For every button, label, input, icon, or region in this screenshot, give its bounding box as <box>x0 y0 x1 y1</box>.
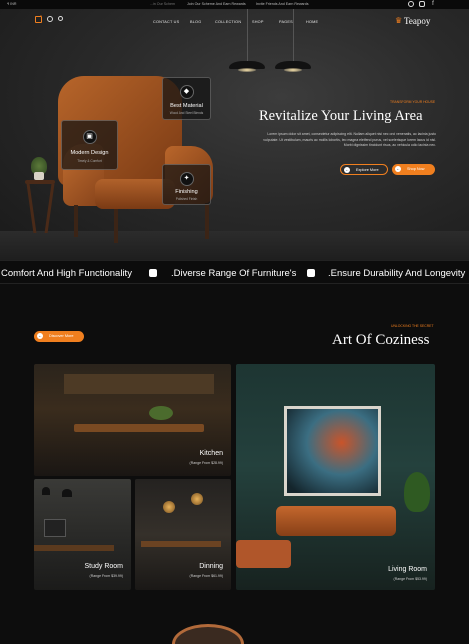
explore-more-button[interactable]: ← Explore More <box>340 164 388 175</box>
dining-table <box>141 541 221 547</box>
marquee-strip: Comfort And High Functionality .Diverse … <box>0 260 469 284</box>
shop-now-button[interactable]: ← Shop Now <box>392 164 435 175</box>
monitor <box>44 519 66 537</box>
desk <box>34 545 114 551</box>
discover-more-label: Discover More <box>49 334 74 338</box>
discover-more-button[interactable]: ← Discover More <box>34 331 84 342</box>
sofa <box>276 506 396 536</box>
kitchen-cabinets <box>64 374 214 394</box>
feature-card-finishing[interactable]: ✦ Finishing Polished Finish <box>162 164 211 205</box>
hero-title: Revitalize Your Living Area <box>259 108 423 124</box>
chair-leg <box>114 209 118 243</box>
promo-text-1: Join Our Scheme And Earn Rewards <box>187 2 246 6</box>
diamond-icon <box>149 269 157 277</box>
room-name: Kitchen <box>199 450 223 457</box>
nav-item-collection[interactable]: COLLECTION <box>215 20 241 24</box>
plant-pot <box>34 172 44 180</box>
room-range: (Range From $53.99) <box>393 577 427 581</box>
room-range: (Range From $39.99) <box>89 574 123 578</box>
material-icon: ◆ <box>179 85 194 99</box>
hero-banner: ◆ Best Material Wood And Steel Blends ▣ … <box>0 9 469 260</box>
lamp-glow <box>238 68 256 72</box>
feature-subtitle: Polished Finish <box>175 197 198 201</box>
feature-title: Modern Design <box>70 150 109 156</box>
shop-now-label: Shop Now <box>407 167 425 171</box>
nav-item-blog[interactable]: BLOG <box>190 20 201 24</box>
search-icon[interactable] <box>58 16 63 21</box>
side-table-leg <box>26 184 37 233</box>
feature-subtitle: Timely & Comfort <box>77 159 102 163</box>
decor-bowl <box>172 624 244 644</box>
side-table-leg <box>44 184 55 233</box>
chair-icon: ▣ <box>82 130 97 144</box>
explore-more-label: Explore More <box>356 168 379 172</box>
wall-artwork <box>284 406 381 496</box>
nav-item-contact[interactable]: CONTACT US <box>153 20 179 24</box>
diamond-icon <box>307 269 315 277</box>
finishing-icon: ✦ <box>179 172 194 186</box>
section-title: Art Of Coziness <box>332 332 430 348</box>
plant <box>149 406 173 420</box>
hero-floor <box>0 231 469 260</box>
lamp-glow <box>284 68 302 72</box>
room-card-kitchen[interactable]: Kitchen (Range From $28.99) <box>34 364 231 476</box>
art-of-coziness-section: ← Discover More UNLOCKING THE SECRET Art… <box>0 284 469 644</box>
room-card-dinning[interactable]: Dinning (Range From $61.99) <box>135 479 231 590</box>
feature-card-material[interactable]: ◆ Best Material Wood And Steel Blends <box>162 77 211 120</box>
chair-leg <box>205 203 209 239</box>
top-bar: ₹ INR ...in Our Schem Join Our Scheme An… <box>0 0 469 9</box>
plant <box>404 472 430 512</box>
nav-item-shop[interactable]: SHOP <box>252 20 264 24</box>
pendant-lamp <box>163 501 175 513</box>
feature-subtitle: Wood And Steel Blends <box>169 111 204 115</box>
feature-title: Best Material <box>170 103 203 109</box>
main-nav: 0 CONTACT US BLOG COLLECTION SHOP PAGES … <box>0 9 469 33</box>
nav-item-home[interactable]: HOME <box>306 20 318 24</box>
ottoman <box>236 540 291 568</box>
currency-selector[interactable]: ₹ INR <box>7 2 16 6</box>
feature-card-design[interactable]: ▣ Modern Design Timely & Comfort <box>61 120 118 170</box>
marquee-item: .Diverse Range Of Furniture's <box>171 268 297 279</box>
marquee-item: Comfort And High Functionality <box>1 268 132 279</box>
chair-leg <box>74 205 78 237</box>
dining-table <box>74 424 204 432</box>
marquee-item: .Ensure Durability And Longevity <box>328 268 466 279</box>
room-name: Living Room <box>388 566 427 573</box>
pendant-lamp <box>62 489 72 497</box>
room-range: (Range From $28.99) <box>189 461 223 465</box>
room-card-living-room[interactable]: Living Room (Range From $53.99) <box>236 364 435 590</box>
whatsapp-icon[interactable] <box>408 1 414 7</box>
logo-icon: ♛ <box>395 16 403 25</box>
room-name: Study Room <box>84 563 123 570</box>
hero-paragraph: Lorem ipsum dolor sit amet, consectetur … <box>263 132 436 148</box>
feature-title: Finishing <box>175 189 198 195</box>
logo[interactable]: Teapoy <box>404 16 430 26</box>
pendant-lamp <box>191 493 203 505</box>
promo-text-faded: ...in Our Schem <box>150 2 175 6</box>
pendant-lamp <box>42 487 50 495</box>
facebook-icon[interactable]: f <box>430 1 436 7</box>
section-eyebrow: UNLOCKING THE SECRET <box>391 324 434 328</box>
instagram-icon[interactable] <box>419 1 425 7</box>
room-range: (Range From $61.99) <box>189 574 223 578</box>
cart-count: 0 <box>40 14 42 18</box>
nav-item-pages[interactable]: PAGES <box>279 20 293 24</box>
room-name: Dinning <box>199 563 223 570</box>
arrow-left-icon: ← <box>37 333 43 339</box>
room-card-study-room[interactable]: Study Room (Range From $39.99) <box>34 479 131 590</box>
promo-text-2: Invite Friends And Earn Rewards <box>256 2 309 6</box>
arrow-left-icon: ← <box>395 166 401 172</box>
arrow-left-icon: ← <box>344 167 350 173</box>
settings-icon[interactable] <box>47 16 53 22</box>
hero-eyebrow: TRANSFORM YOUR HOUSE <box>390 100 436 104</box>
